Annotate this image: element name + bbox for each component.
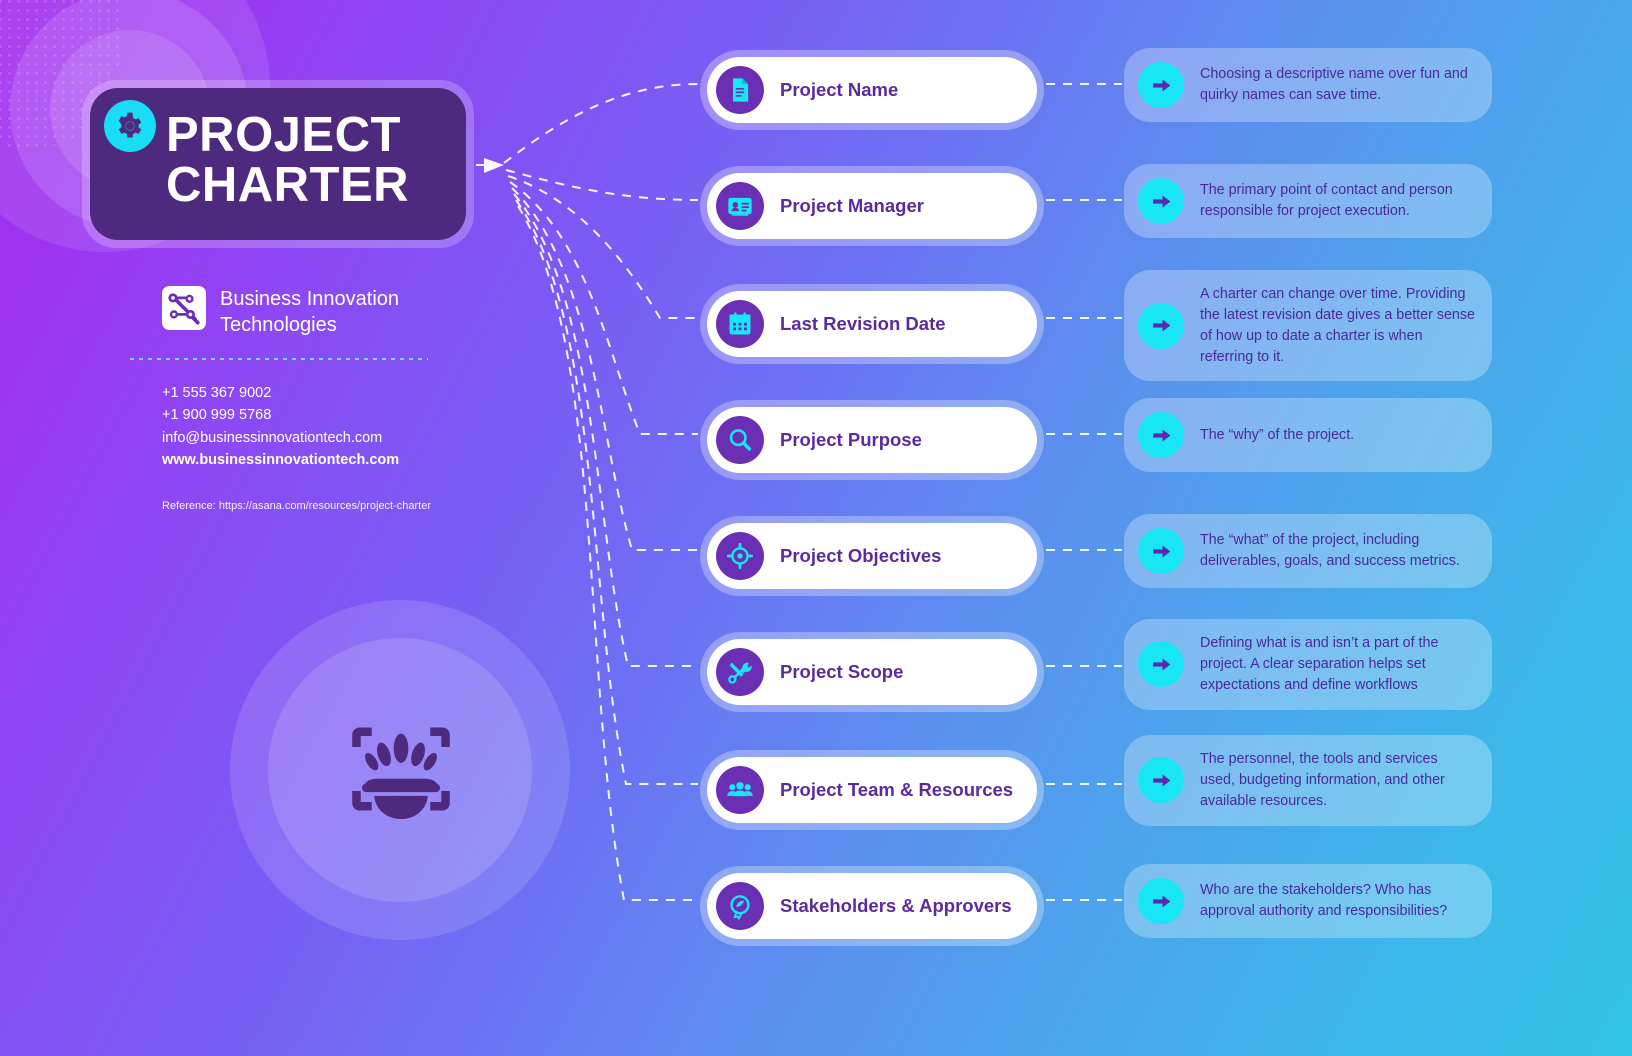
infographic-canvas: PROJECT CHARTER Business Innovation Tech…	[0, 0, 1632, 1056]
idea-burst-scan-icon	[352, 727, 450, 820]
card-label: Project Objectives	[780, 545, 942, 567]
target-crosshair-icon	[716, 532, 764, 580]
card-label: Stakeholders & Approvers	[780, 895, 1012, 917]
description-project-purpose: The “why” of the project.	[1124, 398, 1492, 472]
contact-info: +1 555 367 9002 +1 900 999 5768 info@bus…	[162, 382, 399, 471]
arrow-right-icon	[1138, 757, 1184, 804]
card-project-scope[interactable]: Project Scope	[700, 632, 1044, 712]
card-label: Project Team & Resources	[780, 779, 1014, 801]
circuit-node-logo-icon	[162, 286, 206, 330]
card-project-team-resources[interactable]: Project Team & Resources	[700, 750, 1044, 830]
email-address[interactable]: info@businessinnovationtech.com	[162, 427, 399, 449]
description-text: Choosing a descriptive name over fun and…	[1200, 66, 1468, 103]
arrow-right-icon	[1138, 62, 1184, 108]
website-url[interactable]: www.businessinnovationtech.com	[162, 449, 399, 471]
card-project-purpose[interactable]: Project Purpose	[700, 400, 1044, 480]
badge-ribbon-icon	[716, 882, 764, 930]
description-project-name: Choosing a descriptive name over fun and…	[1124, 48, 1492, 122]
page-title-line1: PROJECT	[166, 108, 401, 163]
company-block: Business Innovation Technologies	[162, 286, 420, 339]
description-text: The primary point of contact and person …	[1200, 182, 1453, 219]
card-last-revision-date[interactable]: Last Revision Date	[700, 284, 1044, 364]
magnifier-icon	[716, 416, 764, 464]
description-text: Defining what is and isn’t a part of the…	[1200, 635, 1439, 693]
card-label: Project Manager	[780, 195, 924, 217]
arrow-right-icon	[1138, 412, 1184, 458]
card-label: Project Purpose	[780, 429, 922, 451]
card-label: Last Revision Date	[780, 313, 946, 335]
card-project-name[interactable]: Project Name	[700, 50, 1044, 130]
description-stakeholders-approvers: Who are the stakeholders? Who has approv…	[1124, 864, 1492, 938]
arrow-right-icon	[1138, 528, 1184, 574]
title-card: PROJECT CHARTER	[82, 80, 474, 248]
page-title-line2: CHARTER	[166, 158, 410, 212]
description-project-scope: Defining what is and isn’t a part of the…	[1124, 619, 1492, 710]
reference-text: Reference: https://asana.com/resources/p…	[162, 500, 432, 512]
description-text: The personnel, the tools and services us…	[1200, 751, 1445, 809]
company-name: Business Innovation Technologies	[220, 288, 400, 337]
dotted-divider	[130, 358, 428, 360]
description-text: Who are the stakeholders? Who has approv…	[1200, 882, 1448, 919]
description-text: The “what” of the project, including del…	[1200, 532, 1460, 569]
card-stakeholders-approvers[interactable]: Stakeholders & Approvers	[700, 866, 1044, 946]
gear-icon	[104, 100, 156, 152]
connector-hub-arrow	[484, 158, 504, 173]
document-icon	[716, 66, 764, 114]
description-project-team-resources: The personnel, the tools and services us…	[1124, 735, 1492, 826]
people-group-icon	[716, 766, 764, 814]
id-card-icon	[716, 182, 764, 230]
arrow-right-icon	[1138, 878, 1184, 924]
description-project-objectives: The “what” of the project, including del…	[1124, 514, 1492, 588]
card-project-manager[interactable]: Project Manager	[700, 166, 1044, 246]
card-project-objectives[interactable]: Project Objectives	[700, 516, 1044, 596]
arrow-right-icon	[1138, 178, 1184, 224]
description-project-manager: The primary point of contact and person …	[1124, 164, 1492, 238]
description-last-revision-date: A charter can change over time. Providin…	[1124, 270, 1492, 382]
card-label: Project Scope	[780, 661, 904, 683]
arrow-right-icon	[1138, 302, 1184, 349]
phone-primary: +1 555 367 9002	[162, 385, 272, 401]
description-text: A charter can change over time. Providin…	[1200, 286, 1475, 365]
phone-secondary: +1 900 999 5768	[162, 407, 272, 424]
arrow-right-icon	[1138, 641, 1184, 688]
card-label: Project Name	[780, 79, 899, 101]
tools-wrench-screwdriver-icon	[716, 648, 764, 696]
description-text: The “why” of the project.	[1200, 426, 1355, 443]
calendar-icon	[716, 300, 764, 348]
